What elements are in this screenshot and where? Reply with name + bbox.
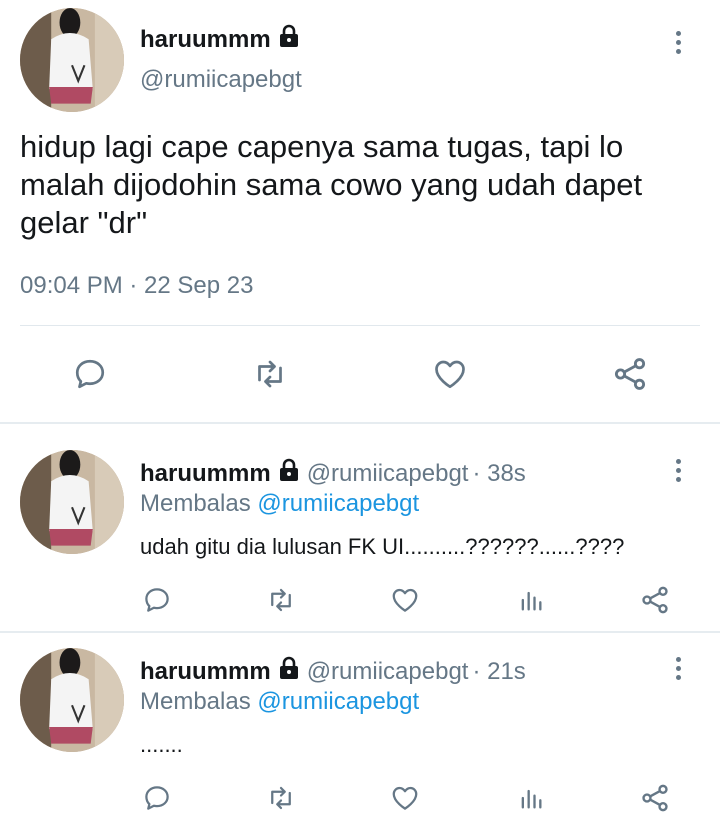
avatar-photo [20, 8, 124, 112]
avatar[interactable] [20, 8, 124, 112]
reply-age: · 21s [472, 657, 526, 685]
retweet-icon[interactable] [250, 354, 290, 394]
like-icon[interactable] [388, 584, 422, 616]
like-icon[interactable] [430, 354, 470, 394]
section-divider [0, 631, 720, 633]
reply-text: udah gitu dia lulusan FK UI..........???… [140, 534, 625, 559]
share-icon[interactable] [638, 584, 672, 616]
lock-icon [279, 458, 299, 489]
avatar[interactable] [20, 648, 124, 752]
analytics-icon[interactable] [514, 782, 548, 814]
tweet-timestamp[interactable]: 09:04 PM · 22 Sep 23 [20, 272, 253, 300]
lock-icon [279, 24, 299, 55]
handle[interactable]: @rumiicapebgt [307, 658, 469, 686]
share-icon[interactable] [638, 782, 672, 814]
retweet-icon[interactable] [264, 584, 298, 616]
replying-to: Membalas @rumiicapebgt [140, 490, 419, 518]
analytics-icon[interactable] [514, 584, 548, 616]
avatar[interactable] [20, 450, 124, 554]
display-name-row: haruummm [140, 24, 299, 55]
reply-icon[interactable] [140, 584, 174, 616]
tweet-text: hidup lagi cape capenya sama tugas, tapi… [20, 129, 643, 240]
reply-age: · 38s [472, 459, 526, 487]
replying-prefix: Membalas [140, 490, 251, 517]
section-divider [0, 422, 720, 424]
reply-icon[interactable] [140, 782, 174, 814]
avatar-photo [20, 648, 124, 752]
replying-to-link[interactable]: @rumiicapebgt [257, 688, 419, 715]
reply-header: haruummm @rumiicapebgt · 38s [140, 458, 526, 489]
display-name[interactable]: haruummm [140, 26, 271, 54]
handle[interactable]: @rumiicapebgt [307, 460, 469, 488]
display-name[interactable]: haruummm [140, 658, 271, 686]
share-icon[interactable] [610, 354, 650, 394]
divider [20, 325, 700, 326]
reply-header: haruummm @rumiicapebgt · 21s [140, 656, 526, 687]
display-name[interactable]: haruummm [140, 460, 271, 488]
retweet-icon[interactable] [264, 782, 298, 814]
reply-icon[interactable] [70, 354, 110, 394]
handle[interactable]: @rumiicapebgt [140, 66, 302, 94]
more-options-icon[interactable] [666, 24, 690, 60]
more-options-icon[interactable] [666, 452, 690, 488]
reply-text: ....... [140, 732, 183, 757]
lock-icon [279, 656, 299, 687]
more-options-icon[interactable] [666, 650, 690, 686]
replying-prefix: Membalas [140, 688, 251, 715]
replying-to: Membalas @rumiicapebgt [140, 688, 419, 716]
replying-to-link[interactable]: @rumiicapebgt [257, 490, 419, 517]
like-icon[interactable] [388, 782, 422, 814]
avatar-photo [20, 450, 124, 554]
